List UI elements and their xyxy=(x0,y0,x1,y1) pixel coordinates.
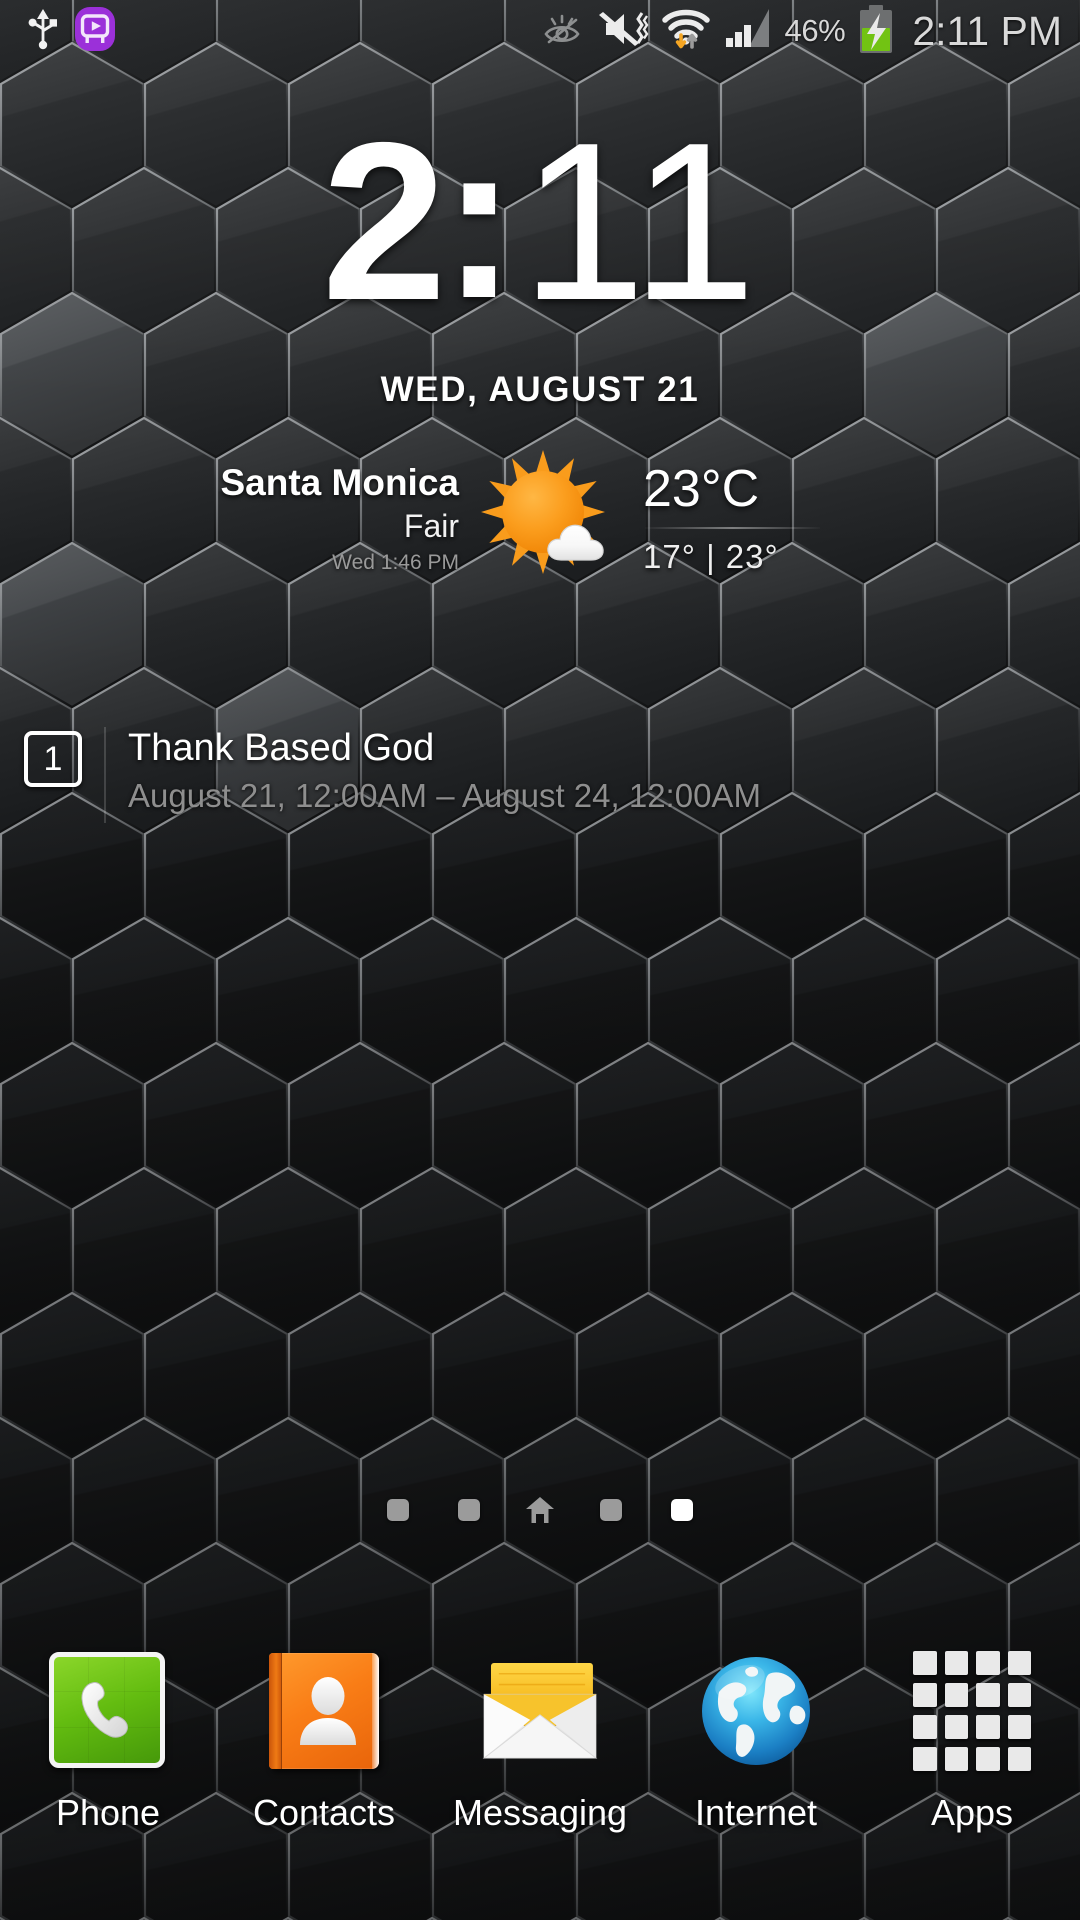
calendar-divider xyxy=(104,727,106,823)
weather-high-low: 17° | 23° xyxy=(643,537,779,575)
weather-widget[interactable]: Santa Monica Fair Wed 1:46 PM 23°C 17° |… xyxy=(0,444,1080,594)
clock-minute: 11 xyxy=(520,95,759,347)
wifi-icon xyxy=(660,6,712,57)
signal-bars-icon xyxy=(723,7,773,56)
dock-label-internet: Internet xyxy=(694,1792,818,1833)
clock-colon: : xyxy=(441,93,517,345)
weather-temperature: 23°C xyxy=(643,459,760,518)
battery-charging-icon xyxy=(856,4,896,59)
contacts-icon xyxy=(265,1652,383,1770)
weather-location-block: Santa Monica Fair Wed 1:46 PM xyxy=(155,462,475,575)
status-bar[interactable]: 46% 2:11 PM xyxy=(0,0,1080,62)
page-dot xyxy=(458,1499,480,1521)
dock-item-contacts[interactable]: Contacts xyxy=(216,1652,432,1834)
page-indicator-dot-2[interactable] xyxy=(434,1499,505,1521)
weather-condition: Fair xyxy=(403,507,459,544)
clock-date-label: WED, AUGUST 21 xyxy=(380,370,700,409)
dock-label-messaging: Messaging xyxy=(452,1792,628,1833)
dock-label-phone: Phone xyxy=(55,1792,161,1833)
dock-label-contacts: Contacts xyxy=(252,1792,396,1833)
big-clock[interactable]: 2 : 11 xyxy=(0,93,1080,347)
page-indicator-dot-5[interactable] xyxy=(647,1499,718,1521)
page-dot xyxy=(600,1499,622,1521)
status-bar-right-icons: 46% 2:11 PM xyxy=(540,4,1066,59)
page-indicator[interactable] xyxy=(0,1488,1080,1532)
calendar-event-widget[interactable]: 1 Thank Based God August 21, 12:00AM – A… xyxy=(0,725,1080,830)
calendar-event-text[interactable]: Thank Based God August 21, 12:00AM – Aug… xyxy=(128,725,761,815)
messaging-icon xyxy=(481,1652,599,1770)
dock-item-phone[interactable]: Phone xyxy=(0,1652,216,1834)
dock-label-apps: Apps xyxy=(930,1792,1014,1833)
weather-city: Santa Monica xyxy=(220,462,460,504)
page-dot xyxy=(387,1499,409,1521)
smart-stay-eye-icon xyxy=(540,10,584,53)
status-bar-clock: 2:11 PM xyxy=(912,7,1062,54)
home-screen: 46% 2:11 PM 2 : 11 WED, AUGUST 21 Santa … xyxy=(0,0,1080,1920)
sound-mute-vibrate-icon xyxy=(595,7,649,56)
usb-icon xyxy=(28,8,58,55)
weather-divider xyxy=(645,526,820,529)
phone-icon xyxy=(49,1652,167,1770)
dock-item-internet[interactable]: Internet xyxy=(648,1652,864,1834)
screen-recorder-icon xyxy=(74,6,116,57)
calendar-event-range: August 21, 12:00AM – August 24, 12:00AM xyxy=(128,776,761,814)
dock-item-messaging[interactable]: Messaging xyxy=(432,1652,648,1834)
internet-globe-icon xyxy=(697,1652,815,1770)
calendar-event-title: Thank Based God xyxy=(128,727,435,769)
page-dot-active xyxy=(671,1499,693,1521)
page-indicator-dot-4[interactable] xyxy=(576,1499,647,1521)
calendar-icon-number: 1 xyxy=(43,740,63,778)
clock-hour: 2 xyxy=(321,95,447,347)
battery-percent-label: 46% xyxy=(784,13,846,48)
page-indicator-dot-1[interactable] xyxy=(363,1499,434,1521)
weather-temperature-block: 23°C 17° | 23° xyxy=(625,463,925,576)
home-icon xyxy=(526,1497,554,1523)
page-indicator-home[interactable] xyxy=(505,1496,576,1524)
weather-updated-time: Wed 1:46 PM xyxy=(332,550,459,574)
sun-behind-cloud-icon xyxy=(475,444,625,594)
calendar-icon: 1 xyxy=(24,731,82,787)
dock-item-apps[interactable]: Apps xyxy=(864,1651,1080,1834)
clock-weather-widget[interactable]: 2 : 11 WED, AUGUST 21 Santa Monica Fair … xyxy=(0,93,1080,594)
dock: Phone Contacts Messaging Internet Apps xyxy=(0,1620,1080,1920)
status-bar-left-icons xyxy=(28,6,116,57)
apps-grid-icon xyxy=(913,1651,1031,1771)
